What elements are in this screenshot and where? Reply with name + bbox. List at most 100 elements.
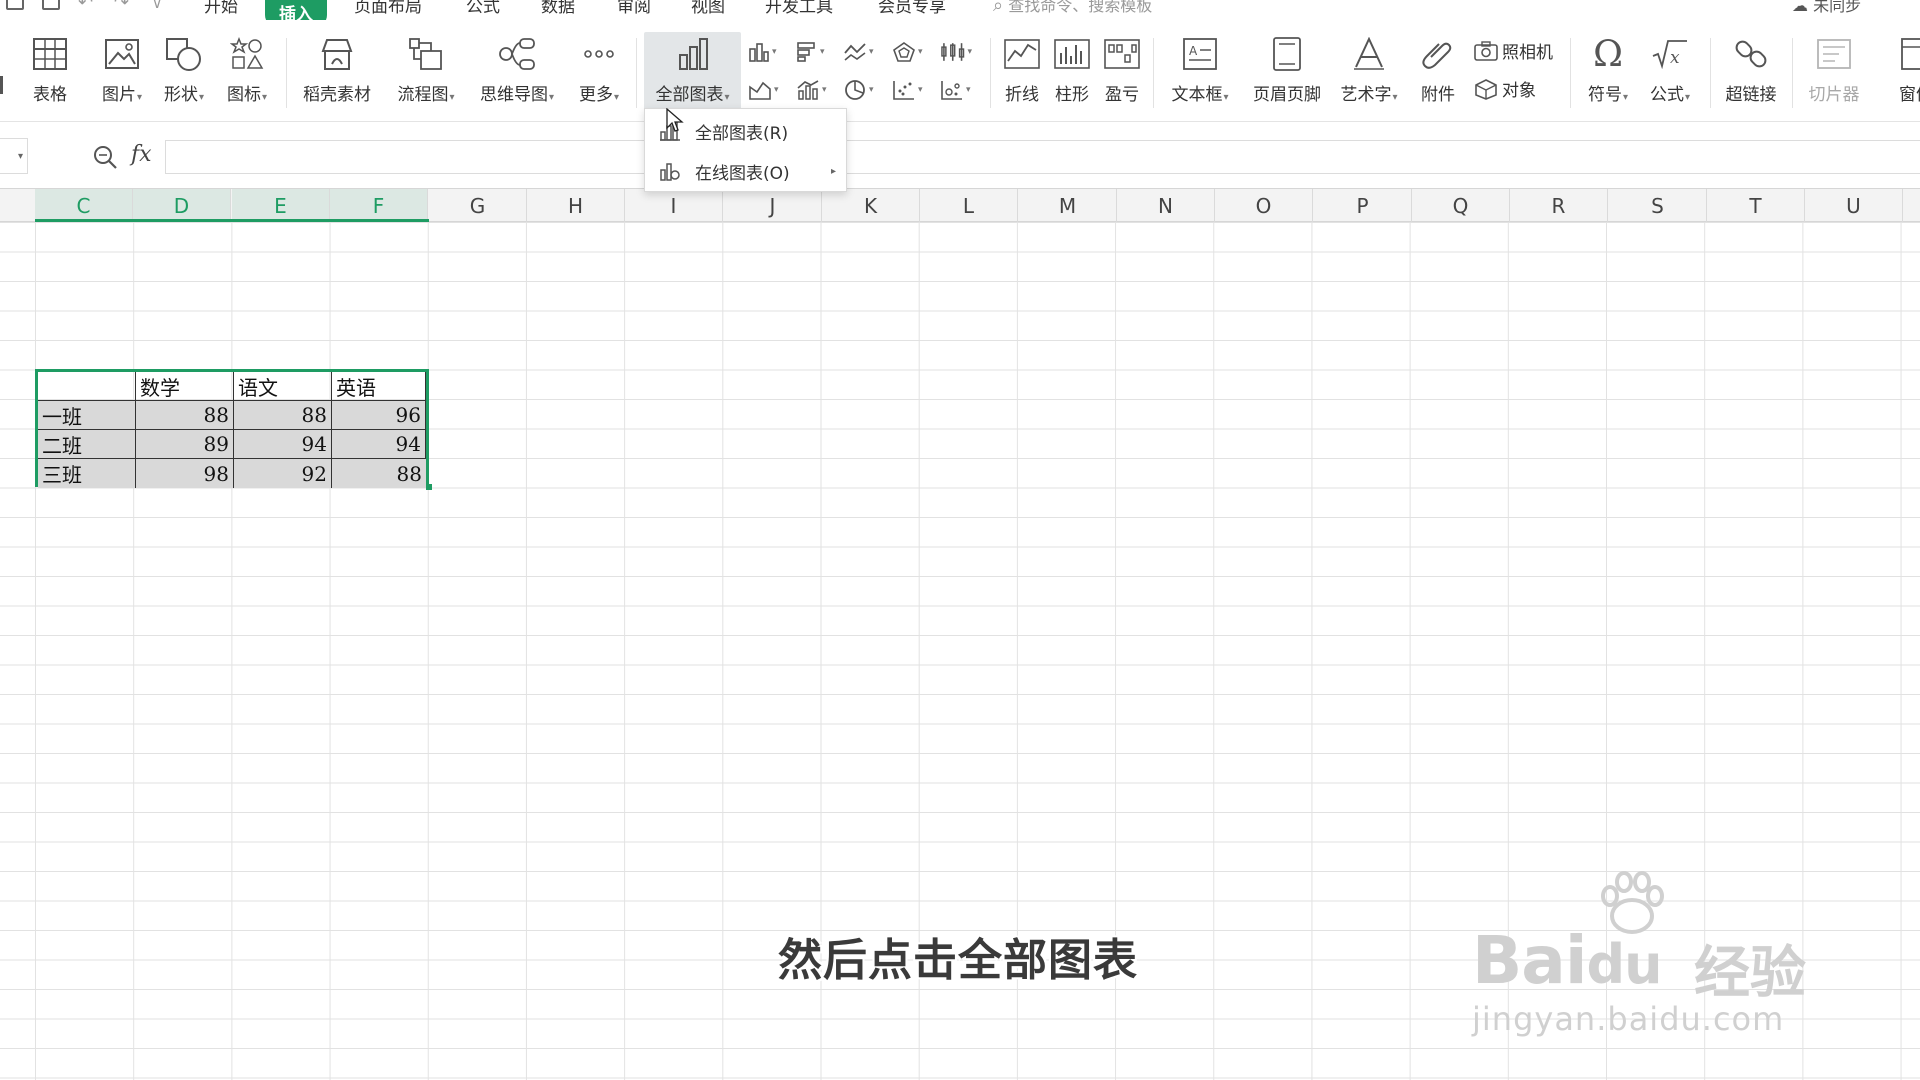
insert-hyperlink-label: 超链接 <box>1725 85 1777 105</box>
tab-formulas[interactable]: 公式 <box>466 0 500 17</box>
column-header-i[interactable]: I <box>625 189 723 222</box>
column-header-h[interactable]: H <box>527 189 625 222</box>
column-header-t[interactable]: T <box>1707 189 1805 222</box>
table-cell[interactable]: 96 <box>332 401 426 430</box>
pie-chart-mini-button[interactable]: ▾ <box>843 76 875 104</box>
undo-icon[interactable]: ↶ <box>78 0 93 13</box>
radar-chart-mini-button[interactable]: ▾ <box>892 38 924 66</box>
line-chart-mini-button[interactable]: ▾ <box>843 38 875 66</box>
insert-ribbon: 表格 图片▾ 形状▾ 图标▾ 稻壳素材 流程图▾ 思维导图▾ 更多▾ 全部图表▾… <box>0 20 1920 122</box>
object-cube-icon <box>1475 78 1497 100</box>
selected-data-range[interactable]: 数学 语文 英语 一班 88 88 96 二班 89 94 94 三班 98 9… <box>35 369 429 488</box>
quick-access-dropdown-icon[interactable]: ∨ <box>152 0 162 12</box>
column-header-s[interactable]: S <box>1609 189 1707 222</box>
table-header-cell[interactable]: 英语 <box>332 372 426 401</box>
table-cell[interactable]: 88 <box>234 401 332 430</box>
insert-attachment-button[interactable]: 附件 <box>1414 34 1462 110</box>
bubble-chart-mini-button[interactable]: ▾ <box>940 76 972 104</box>
print-preview-icon[interactable] <box>42 0 60 10</box>
table-header-cell[interactable]: 语文 <box>234 372 332 401</box>
table-cell[interactable]: 92 <box>234 459 332 488</box>
fill-handle[interactable] <box>426 484 432 490</box>
camera-button[interactable]: 照相机 <box>1474 38 1553 63</box>
insert-form-button[interactable]: 窗体 <box>1886 34 1920 110</box>
column-header-e[interactable]: E <box>232 189 330 222</box>
column-chart-mini-button[interactable]: ▾ <box>748 38 780 66</box>
column-header-u[interactable]: U <box>1805 189 1903 222</box>
tab-view[interactable]: 视图 <box>691 0 725 17</box>
table-cell[interactable]: 94 <box>332 430 426 459</box>
insert-flowchart-label: 流程图 <box>397 85 449 105</box>
header-footer-button[interactable]: 页眉页脚 <box>1248 34 1326 110</box>
name-box-dropdown[interactable]: ▾ <box>0 138 28 174</box>
insert-wordart-button[interactable]: 艺术字▾ <box>1334 34 1404 110</box>
formula-input[interactable] <box>165 140 1920 174</box>
tab-member[interactable]: 会员专享 <box>878 0 946 17</box>
column-header-n[interactable]: N <box>1117 189 1215 222</box>
column-header-j[interactable]: J <box>724 189 822 222</box>
table-cell[interactable]: 89 <box>136 430 234 459</box>
insert-picture-button[interactable]: 图片▾ <box>94 34 150 110</box>
insert-slicer-button[interactable]: 切片器 <box>1802 34 1866 110</box>
daoke-materials-button[interactable]: 稻壳素材 <box>297 34 377 110</box>
command-search[interactable]: ⌕ 查找命令、搜索模板 <box>993 0 1152 16</box>
table-cell[interactable]: 88 <box>332 459 426 488</box>
column-header-f[interactable]: F <box>330 189 428 222</box>
column-header-p[interactable]: P <box>1314 189 1412 222</box>
table-cell[interactable]: 88 <box>136 401 234 430</box>
combo-chart-mini-button[interactable]: ▾ <box>796 76 828 104</box>
insert-textbox-button[interactable]: A 文本框▾ <box>1164 34 1236 110</box>
zoom-magnifier-icon[interactable] <box>92 144 118 174</box>
column-header-d[interactable]: D <box>133 189 231 222</box>
column-header-c[interactable]: C <box>35 189 133 222</box>
column-header-k[interactable]: K <box>822 189 920 222</box>
more-button[interactable]: 更多▾ <box>571 34 627 110</box>
sparkline-line-button[interactable]: 折线 <box>998 34 1046 110</box>
area-chart-mini-button[interactable]: ▾ <box>748 76 780 104</box>
table-cell[interactable]: 98 <box>136 459 234 488</box>
insert-shape-button[interactable]: 形状▾ <box>156 34 212 110</box>
table-icon <box>30 34 70 74</box>
insert-symbol-button[interactable]: Ω 符号▾ <box>1580 34 1636 110</box>
sync-status[interactable]: ☁ 未同步 <box>1792 0 1861 16</box>
scatter-chart-mini-button[interactable]: ▾ <box>892 76 924 104</box>
redo-icon[interactable]: ↷ <box>114 0 129 13</box>
tab-review[interactable]: 审阅 <box>617 0 651 17</box>
more-dots-icon <box>579 34 619 74</box>
column-header-l[interactable]: L <box>920 189 1018 222</box>
tab-developer[interactable]: 开发工具 <box>765 0 833 17</box>
sparkline-winloss-button[interactable]: 盈亏 <box>1098 34 1146 110</box>
print-icon[interactable] <box>6 0 24 10</box>
table-header-cell[interactable]: 数学 <box>136 372 234 401</box>
insert-icon-button[interactable]: 图标▾ <box>219 34 275 110</box>
column-header-o[interactable]: O <box>1215 189 1313 222</box>
column-chart-caret-icon: ▾ <box>772 47 777 57</box>
table-cell[interactable]: 二班 <box>38 430 136 459</box>
column-header-g[interactable]: G <box>429 189 527 222</box>
insert-hyperlink-button[interactable]: 超链接 <box>1720 34 1782 110</box>
tab-data[interactable]: 数据 <box>541 0 575 17</box>
insert-mindmap-button[interactable]: 思维导图▾ <box>473 34 561 110</box>
column-header-m[interactable]: M <box>1019 189 1117 222</box>
menu-item-online-charts[interactable]: 在线图表(O) ▸ <box>645 153 846 189</box>
sparkline-column-button[interactable]: 柱形 <box>1048 34 1096 110</box>
tab-page-layout[interactable]: 页面布局 <box>354 0 422 17</box>
all-charts-button[interactable]: 全部图表▾ <box>644 32 741 112</box>
column-header-r[interactable]: R <box>1510 189 1608 222</box>
insert-table-button[interactable]: 表格 <box>26 34 74 110</box>
fx-function-icon[interactable]: fx <box>131 142 152 167</box>
stock-chart-mini-button[interactable]: ▾ <box>940 38 972 66</box>
tab-home[interactable]: 开始 <box>204 0 238 17</box>
insert-object-button[interactable]: 对象 <box>1474 76 1536 101</box>
table-cell[interactable] <box>38 372 136 401</box>
column-chart-icon <box>749 43 769 62</box>
shape-dropdown-caret-icon: ▾ <box>198 92 205 103</box>
all-charts-label: 全部图表 <box>655 85 724 105</box>
bar-chart-mini-button[interactable]: ▾ <box>796 38 828 66</box>
insert-flowchart-button[interactable]: 流程图▾ <box>390 34 462 110</box>
table-cell[interactable]: 三班 <box>38 459 136 488</box>
insert-equation-button[interactable]: x 公式▾ <box>1642 34 1698 110</box>
table-cell[interactable]: 94 <box>234 430 332 459</box>
column-header-q[interactable]: Q <box>1412 189 1510 222</box>
table-cell[interactable]: 一班 <box>38 401 136 430</box>
